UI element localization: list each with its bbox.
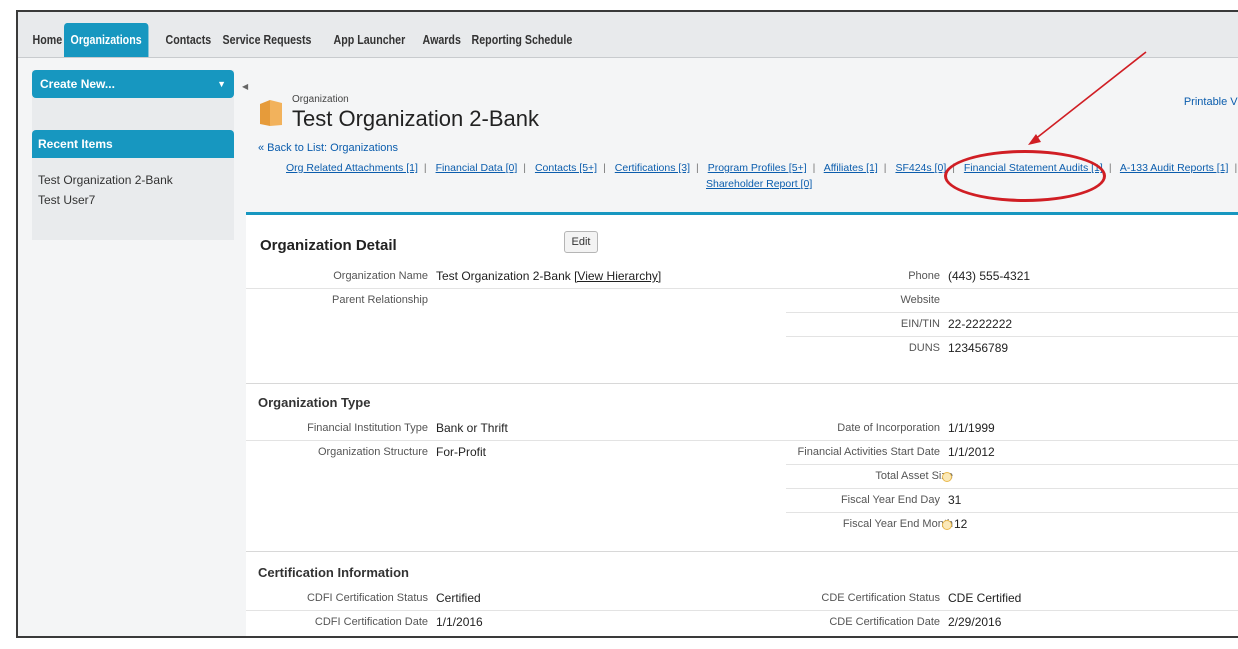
org-name-label: Organization Name: [333, 270, 428, 282]
recent-item[interactable]: Test User7: [38, 190, 173, 210]
duns-label: DUNS: [908, 342, 940, 354]
help-icon[interactable]: [942, 472, 952, 482]
related-link-org-attachments[interactable]: Org Related Attachments [1]: [286, 162, 418, 174]
field-row: Total Asset Size: [246, 465, 1238, 489]
organization-detail-panel: Organization Detail Edit Organization Na…: [246, 212, 1238, 636]
cde-status-value: CDE Certified: [948, 591, 1022, 605]
incorporation-label: Date of Incorporation: [837, 422, 940, 434]
ein-label: EIN/TIN: [900, 318, 940, 330]
related-link-shareholder-report[interactable]: Shareholder Report [0]: [706, 178, 812, 190]
printable-view-link[interactable]: Printable Vie: [1184, 96, 1238, 108]
sidebar: Create New... ▼ Recent Items Test Organi…: [32, 70, 234, 240]
fi-type-value: Bank or Thrift: [436, 421, 508, 435]
help-icon[interactable]: [942, 520, 952, 530]
create-new-label: Create New...: [40, 77, 115, 91]
cdfi-date-value: 1/1/2016: [436, 615, 483, 629]
tab-reporting-schedule[interactable]: Reporting Schedule: [465, 23, 579, 57]
cde-date-label: CDE Certification Date: [829, 616, 940, 628]
cde-status-label: CDE Certification Status: [821, 592, 940, 604]
tab-contacts[interactable]: Contacts: [159, 23, 218, 57]
fy-end-day-label: Fiscal Year End Day: [840, 494, 940, 506]
field-row: DUNS 123456789: [246, 337, 1238, 361]
fa-start-label: Financial Activities Start Date: [797, 446, 940, 458]
related-link-certifications[interactable]: Certifications [3]: [615, 162, 690, 174]
fa-start-value: 1/1/2012: [948, 445, 995, 459]
duns-value: 123456789: [948, 341, 1009, 355]
ein-value: 22-2222222: [948, 317, 1013, 331]
field-row: EIN/TIN 22-2222222: [246, 313, 1238, 337]
field-row: Fiscal Year End Month 12: [246, 513, 1238, 537]
record-type-label: Organization: [292, 94, 349, 105]
cdfi-date-label: CDFI Certification Date: [314, 616, 428, 628]
tab-app-launcher[interactable]: App Launcher: [327, 23, 412, 57]
related-link-financial-data[interactable]: Financial Data [0]: [436, 162, 518, 174]
recent-items-list: Test Organization 2-Bank Test User7: [38, 170, 173, 210]
certification-heading: Certification Information: [258, 565, 409, 580]
fy-end-day-value: 31: [948, 493, 962, 507]
fy-end-month-value: 12: [954, 517, 968, 531]
view-hierarchy-link[interactable]: [View Hierarchy]: [574, 269, 661, 283]
related-link-contacts[interactable]: Contacts [5+]: [535, 162, 597, 174]
tab-service-requests[interactable]: Service Requests: [216, 23, 318, 57]
field-row: Fiscal Year End Day 31: [246, 489, 1238, 513]
organization-folder-icon: [260, 100, 282, 126]
cde-date-value: 2/29/2016: [948, 615, 1002, 629]
parent-relationship-label: Parent Relationship: [331, 294, 428, 306]
organization-type-heading: Organization Type: [258, 395, 371, 410]
field-row: CDFI Certification Status Certified CDE …: [246, 587, 1238, 611]
tab-home[interactable]: Home: [26, 23, 69, 57]
cdfi-status-label: CDFI Certification Status: [306, 592, 428, 604]
field-row: Financial Institution Type Bank or Thrif…: [246, 417, 1238, 441]
field-row: CDFI Certification Date 1/1/2016 CDE Cer…: [246, 611, 1238, 635]
page-title: Test Organization 2-Bank: [292, 106, 540, 131]
section-divider: [246, 383, 1238, 384]
incorporation-value: 1/1/1999: [948, 421, 995, 435]
structure-label: Organization Structure: [317, 446, 428, 458]
main-content: Organization Test Organization 2-Bank Pr…: [246, 70, 1238, 636]
related-link-program-profiles[interactable]: Program Profiles [5+]: [708, 162, 807, 174]
org-name-value: Test Organization 2-Bank [View Hierarchy…: [436, 269, 662, 283]
website-label: Website: [900, 294, 940, 306]
back-to-list-link[interactable]: « Back to List: Organizations: [258, 142, 398, 154]
app-window: Home Organizations Contacts Service Requ…: [16, 10, 1238, 638]
field-row: Organization Structure For-Profit Financ…: [246, 441, 1238, 465]
edit-button[interactable]: Edit: [564, 231, 598, 253]
annotation-highlight-circle: [944, 150, 1106, 202]
phone-label: Phone: [908, 270, 940, 282]
related-link-a133-audit-reports[interactable]: A-133 Audit Reports [1]: [1120, 162, 1229, 174]
organization-detail-heading: Organization Detail: [260, 237, 397, 254]
fi-type-label: Financial Institution Type: [307, 422, 428, 434]
tab-bar: Home Organizations Contacts Service Requ…: [18, 12, 1238, 58]
recent-item[interactable]: Test Organization 2-Bank: [38, 170, 173, 190]
tab-awards[interactable]: Awards: [416, 23, 467, 57]
phone-value: (443) 555-4321: [948, 269, 1031, 283]
recent-items-heading: Recent Items: [32, 130, 234, 158]
section-divider: [246, 551, 1238, 552]
fy-end-month-label: Fiscal Year End Month: [842, 518, 953, 530]
structure-value: For-Profit: [436, 445, 487, 459]
field-row: Organization Name Test Organization 2-Ba…: [246, 265, 1238, 289]
field-row: Parent Relationship Website: [246, 289, 1238, 313]
chevron-down-icon: ▼: [217, 79, 226, 89]
create-new-button[interactable]: Create New... ▼: [32, 70, 234, 98]
related-link-affiliates[interactable]: Affiliates [1]: [824, 162, 878, 174]
related-link-sf424s[interactable]: SF424s [0]: [895, 162, 946, 174]
cdfi-status-value: Certified: [436, 591, 481, 605]
tab-organizations[interactable]: Organizations: [64, 23, 149, 57]
